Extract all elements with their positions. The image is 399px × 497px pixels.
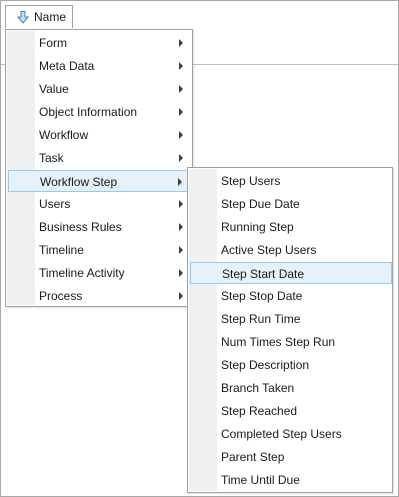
menu-item-label: Timeline Activity: [39, 266, 125, 280]
chevron-right-icon: [179, 85, 183, 93]
menu-item-label: Meta Data: [39, 59, 95, 73]
menu-item-workflow-step[interactable]: Workflow Step: [8, 170, 192, 192]
menu-item-timeline[interactable]: Timeline: [8, 239, 192, 261]
menu-item-label: Form: [39, 36, 67, 50]
chevron-right-icon: [179, 200, 183, 208]
submenu-item-branch-taken[interactable]: Branch Taken: [190, 377, 392, 399]
menu-item-label: Timeline: [39, 243, 84, 257]
menu-item-task[interactable]: Task: [8, 147, 192, 169]
menu-item-label: Value: [39, 82, 69, 96]
submenu-item-label: Step Run Time: [221, 312, 301, 326]
submenu-item-label: Num Times Step Run: [221, 335, 336, 349]
menu-item-business-rules[interactable]: Business Rules: [8, 216, 192, 238]
menu-item-label: Business Rules: [39, 220, 122, 234]
submenu-item-step-start-date[interactable]: Step Start Date: [190, 262, 392, 284]
menu-item-label: Process: [39, 289, 83, 303]
submenu-item-step-run-time[interactable]: Step Run Time: [190, 308, 392, 330]
submenu-item-label: Time Until Due: [221, 473, 300, 487]
submenu-item-parent-step[interactable]: Parent Step: [190, 446, 392, 468]
menu-item-label: Task: [39, 151, 64, 165]
submenu-item-label: Branch Taken: [221, 381, 295, 395]
menu-item-value[interactable]: Value: [8, 78, 192, 100]
submenu-item-num-times-step-run[interactable]: Num Times Step Run: [190, 331, 392, 353]
chevron-right-icon: [179, 62, 183, 70]
menu-item-label: Workflow: [39, 128, 89, 142]
submenu-item-active-step-users[interactable]: Active Step Users: [190, 239, 392, 261]
name-column-label: Name: [34, 10, 67, 24]
menu-item-timeline-activity[interactable]: Timeline Activity: [8, 262, 192, 284]
chevron-right-icon: [179, 292, 183, 300]
chevron-right-icon: [179, 223, 183, 231]
submenu-item-label: Step Reached: [221, 404, 298, 418]
chevron-right-icon: [179, 39, 183, 47]
submenu-item-step-stop-date[interactable]: Step Stop Date: [190, 285, 392, 307]
submenu-item-completed-step-users[interactable]: Completed Step Users: [190, 423, 392, 445]
submenu-item-running-step[interactable]: Running Step: [190, 216, 392, 238]
submenu-item-step-reached[interactable]: Step Reached: [190, 400, 392, 422]
menu-item-label: Workflow Step: [40, 175, 118, 189]
menu-item-label: Object Information: [39, 105, 138, 119]
submenu-item-step-description[interactable]: Step Description: [190, 354, 392, 376]
chevron-right-icon: [178, 178, 182, 186]
submenu-item-label: Parent Step: [221, 450, 285, 464]
name-column-header-button[interactable]: Name: [5, 5, 73, 28]
submenu-item-label: Step Stop Date: [221, 289, 303, 303]
context-menu: Form Meta Data Value Object Information Work…: [5, 29, 193, 307]
menu-item-form[interactable]: Form: [8, 32, 192, 54]
submenu-item-label: Step Description: [221, 358, 310, 372]
chevron-right-icon: [179, 269, 183, 277]
chevron-right-icon: [179, 108, 183, 116]
menu-item-meta-data[interactable]: Meta Data: [8, 55, 192, 77]
submenu-item-time-until-due[interactable]: Time Until Due: [190, 469, 392, 491]
menu-item-workflow[interactable]: Workflow: [8, 124, 192, 146]
menu-item-object-information[interactable]: Object Information: [8, 101, 192, 123]
submenu-item-label: Step Users: [221, 174, 281, 188]
sort-down-arrow-icon: [17, 11, 29, 24]
submenu-item-step-due-date[interactable]: Step Due Date: [190, 193, 392, 215]
submenu-item-label: Step Start Date: [222, 267, 305, 281]
menu-item-users[interactable]: Users: [8, 193, 192, 215]
menu-item-label: Users: [39, 197, 71, 211]
chevron-right-icon: [179, 246, 183, 254]
menu-item-process[interactable]: Process: [8, 285, 192, 307]
submenu-item-label: Active Step Users: [221, 243, 317, 257]
workflow-step-submenu: Step Users Step Due Date Running Step Activ…: [187, 167, 393, 493]
submenu-item-label: Step Due Date: [221, 197, 300, 211]
submenu-item-step-users[interactable]: Step Users: [190, 170, 392, 192]
submenu-item-label: Completed Step Users: [221, 427, 342, 441]
chevron-right-icon: [179, 131, 183, 139]
chevron-right-icon: [179, 154, 183, 162]
submenu-item-label: Running Step: [221, 220, 294, 234]
